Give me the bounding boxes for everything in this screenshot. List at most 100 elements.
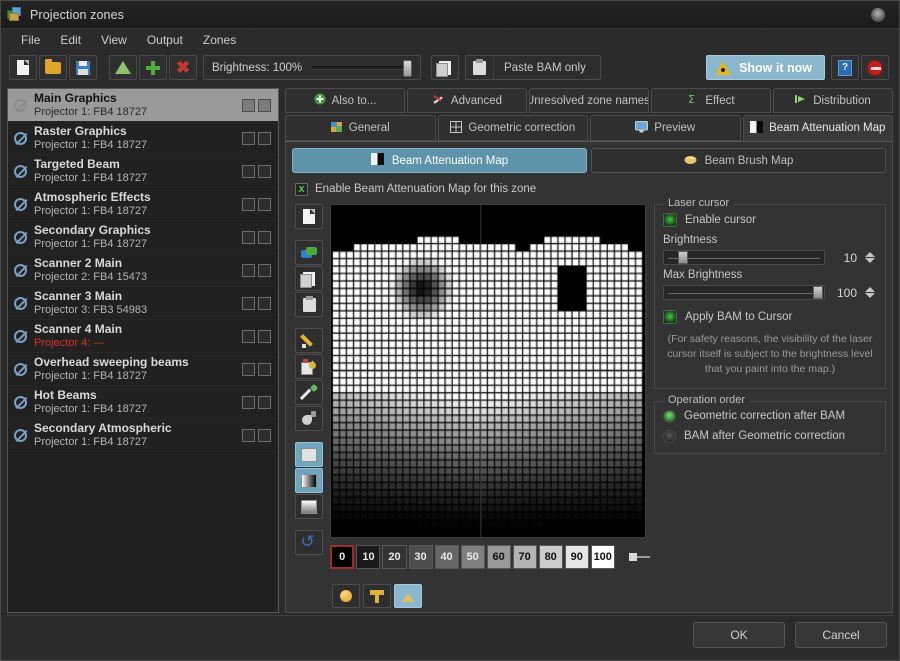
operation-order-option-0[interactable]: Geometric correction after BAM [663, 410, 877, 423]
cursor-max-brightness-slider[interactable] [663, 285, 825, 300]
tab-advanced[interactable]: Advanced [407, 88, 527, 113]
zone-toggle-a[interactable] [242, 198, 255, 211]
paste-bam-group[interactable]: Paste BAM only [465, 55, 601, 80]
funnel-button[interactable] [363, 584, 391, 608]
cursor-brightness-row[interactable]: 10 [663, 250, 877, 265]
brightness-slider[interactable] [312, 66, 412, 70]
bulb-icon[interactable] [871, 8, 885, 22]
solid-fill-tool[interactable] [295, 442, 323, 467]
zone-toggle-boxes[interactable] [242, 132, 274, 145]
zone-toggle-boxes[interactable] [242, 363, 274, 376]
menu-file[interactable]: File [11, 31, 50, 49]
apply-bam-row[interactable]: Apply BAM to Cursor [663, 310, 877, 324]
menu-zones[interactable]: Zones [193, 31, 246, 49]
zone-toggle-boxes[interactable] [242, 264, 274, 277]
zone-list[interactable]: Main GraphicsProjector 1: FB4 18727Raste… [7, 88, 279, 613]
delete-zone-button[interactable]: ✖ [169, 55, 197, 80]
zone-toggle-b[interactable] [258, 396, 271, 409]
menu-output[interactable]: Output [137, 31, 193, 49]
show-it-now-button[interactable]: Show it now [706, 55, 825, 80]
tab-preview[interactable]: Preview [590, 115, 741, 141]
brightness-swatch-row[interactable]: 0102030405060708090100 [330, 544, 646, 570]
enable-bam-row[interactable]: x Enable Beam Attenuation Map for this z… [292, 178, 886, 200]
cursor-marker-icon[interactable] [629, 551, 646, 563]
new-file-button[interactable] [9, 55, 37, 80]
zone-toggle-b[interactable] [258, 231, 271, 244]
eyedropper-tool[interactable] [295, 380, 323, 405]
bam-subtab-row[interactable]: Beam Attenuation MapBeam Brush Map [292, 148, 886, 173]
brightness-swatch-90[interactable]: 90 [565, 545, 589, 569]
zone-toggle-a[interactable] [242, 297, 255, 310]
paste-tool[interactable] [295, 292, 323, 317]
zone-toggle-boxes[interactable] [242, 99, 274, 112]
top-tab-row[interactable]: Also to...AdvancedUnresolved zone names:… [285, 88, 893, 113]
dot-brush-button[interactable] [332, 584, 360, 608]
zone-toggle-b[interactable] [258, 198, 271, 211]
zone-list-item[interactable]: Hot BeamsProjector 1: FB4 18727 [8, 386, 278, 419]
zone-toggle-b[interactable] [258, 429, 271, 442]
zone-toggle-a[interactable] [242, 363, 255, 376]
zone-toggle-a[interactable] [242, 165, 255, 178]
zone-list-item[interactable]: Main GraphicsProjector 1: FB4 18727 [8, 89, 278, 122]
upload-button[interactable] [109, 55, 137, 80]
brightness-slider-knob[interactable] [403, 60, 412, 77]
brightness-swatch-100[interactable]: 100 [591, 545, 615, 569]
brightness-swatch-40[interactable]: 40 [435, 545, 459, 569]
paste-button[interactable] [466, 56, 494, 79]
zone-list-item[interactable]: Secondary GraphicsProjector 1: FB4 18727 [8, 221, 278, 254]
enable-cursor-checkbox[interactable] [663, 213, 677, 227]
undo-tool[interactable]: ↺ [295, 530, 323, 555]
copy-button[interactable] [431, 55, 459, 80]
subtab-beam-brush-map[interactable]: Beam Brush Map [591, 148, 886, 173]
zone-toggle-boxes[interactable] [242, 231, 274, 244]
zone-list-item[interactable]: Raster GraphicsProjector 1: FB4 18727 [8, 122, 278, 155]
bam-after-geometric-radio[interactable] [663, 430, 676, 443]
tab-general[interactable]: General [285, 115, 436, 141]
zone-toggle-b[interactable] [258, 132, 271, 145]
zone-toggle-b[interactable] [258, 165, 271, 178]
bottom-icon-row[interactable] [330, 584, 646, 608]
zone-list-item[interactable]: Scanner 3 MainProjector 3: FB3 54983 [8, 287, 278, 320]
help-button[interactable]: ? [831, 55, 859, 80]
zone-toggle-a[interactable] [242, 99, 255, 112]
cursor-brightness-knob[interactable] [678, 251, 688, 264]
cancel-button[interactable]: Cancel [795, 622, 887, 648]
cursor-brightness-slider[interactable] [663, 250, 825, 265]
zone-toggle-a[interactable] [242, 429, 255, 442]
zone-toggle-b[interactable] [258, 264, 271, 277]
enable-bam-checkbox[interactable]: x [295, 183, 308, 196]
new-map-tool[interactable] [295, 204, 323, 229]
bam-grid[interactable] [331, 205, 645, 537]
cursor-brightness-spinner[interactable] [863, 252, 877, 263]
cursor-max-brightness-knob[interactable] [813, 286, 823, 299]
zone-list-item[interactable]: Scanner 4 MainProjector 4: --- [8, 320, 278, 353]
beam-attenuation-map-canvas[interactable] [330, 204, 646, 538]
zone-toggle-a[interactable] [242, 132, 255, 145]
add-zone-button[interactable] [139, 55, 167, 80]
zone-toggle-a[interactable] [242, 264, 255, 277]
save-file-button[interactable] [69, 55, 97, 80]
zone-list-item[interactable]: Secondary AtmosphericProjector 1: FB4 18… [8, 419, 278, 452]
zone-toggle-boxes[interactable] [242, 429, 274, 442]
brightness-swatch-70[interactable]: 70 [513, 545, 537, 569]
open-file-button[interactable] [39, 55, 67, 80]
ok-button[interactable]: OK [693, 622, 785, 648]
tab-effect[interactable]: ΣEffect [651, 88, 771, 113]
apply-bam-checkbox[interactable] [663, 310, 677, 324]
zone-list-item[interactable]: Scanner 2 MainProjector 2: FB4 15473 [8, 254, 278, 287]
brightness-swatch-30[interactable]: 30 [409, 545, 433, 569]
zone-toggle-b[interactable] [258, 330, 271, 343]
brightness-swatch-10[interactable]: 10 [356, 545, 380, 569]
tab-distribution[interactable]: Distribution [773, 88, 893, 113]
zone-toggle-a[interactable] [242, 330, 255, 343]
zone-toggle-b[interactable] [258, 297, 271, 310]
brightness-swatch-80[interactable]: 80 [539, 545, 563, 569]
tab-beam-attenuation-map[interactable]: Beam Attenuation Map [743, 115, 894, 141]
spray-tool[interactable] [295, 406, 323, 431]
zone-toggle-boxes[interactable] [242, 330, 274, 343]
zone-toggle-b[interactable] [258, 363, 271, 376]
zone-list-item[interactable]: Atmospheric EffectsProjector 1: FB4 1872… [8, 188, 278, 221]
zone-toggle-boxes[interactable] [242, 396, 274, 409]
enable-cursor-row[interactable]: Enable cursor [663, 213, 877, 227]
zone-toggle-boxes[interactable] [242, 198, 274, 211]
